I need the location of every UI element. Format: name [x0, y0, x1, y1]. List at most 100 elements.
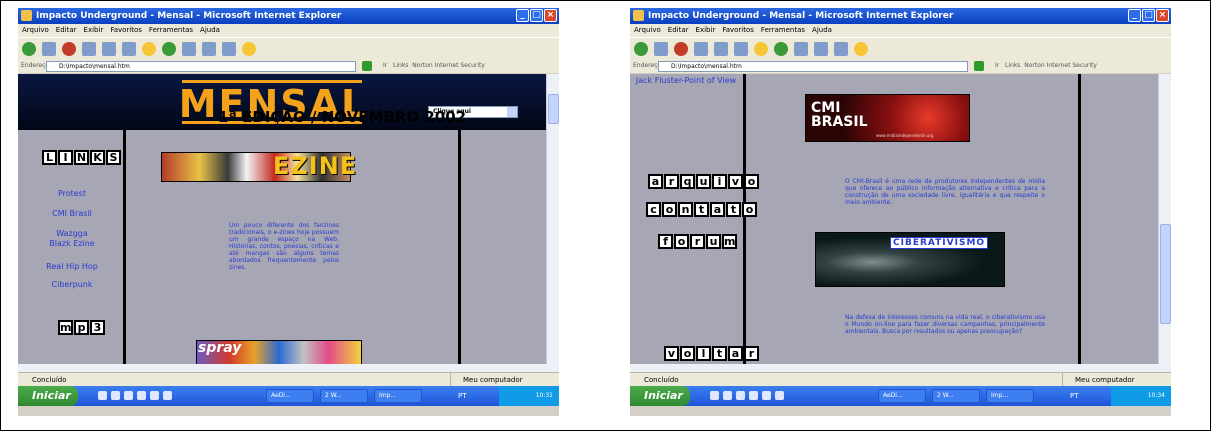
- chevron-down-icon[interactable]: [507, 107, 517, 117]
- taskbar-item[interactable]: Imp...: [986, 389, 1034, 403]
- back-icon[interactable]: [22, 41, 36, 56]
- go-label[interactable]: Ir: [383, 62, 387, 69]
- edit-icon[interactable]: [834, 41, 848, 56]
- quick-launch-icon[interactable]: [775, 391, 784, 400]
- folder-icon[interactable]: [854, 41, 868, 56]
- menu-editar[interactable]: Editar: [56, 24, 77, 37]
- contato-logo[interactable]: c o n t a t o: [646, 202, 757, 217]
- voltar-logo[interactable]: v o l t a r: [664, 346, 759, 361]
- language-indicator[interactable]: PT: [458, 386, 467, 406]
- minimize-icon[interactable]: _: [516, 9, 529, 22]
- print-icon[interactable]: [814, 41, 828, 56]
- taskbar-item[interactable]: Imp...: [374, 389, 422, 403]
- scroll-thumb[interactable]: [1160, 224, 1171, 324]
- nav-link-real-hip-hop[interactable]: Real Hip Hop: [18, 262, 126, 272]
- home-icon[interactable]: [714, 41, 728, 56]
- close-icon[interactable]: ×: [1156, 9, 1169, 22]
- quick-launch-icon[interactable]: [137, 391, 146, 400]
- menu-favoritos[interactable]: Favoritos: [110, 24, 142, 37]
- menu-exibir[interactable]: Exibir: [696, 24, 716, 37]
- menu-editar[interactable]: Editar: [668, 24, 689, 37]
- close-icon[interactable]: ×: [544, 9, 557, 22]
- mp3-logo-letter: 3: [90, 320, 105, 335]
- quick-launch-icon[interactable]: [150, 391, 159, 400]
- quick-launch-icon[interactable]: [749, 391, 758, 400]
- menu-ajuda[interactable]: Ajuda: [200, 24, 220, 37]
- go-icon[interactable]: [362, 61, 372, 71]
- quick-launch-icon[interactable]: [723, 391, 732, 400]
- mp3-logo[interactable]: m p 3: [58, 320, 105, 335]
- search-icon[interactable]: [122, 41, 136, 56]
- start-button[interactable]: Iniciar: [18, 386, 78, 406]
- quick-launch-icon[interactable]: [736, 391, 745, 400]
- maximize-icon[interactable]: □: [530, 9, 543, 22]
- refresh-icon[interactable]: [694, 41, 708, 56]
- horizontal-scrollbar[interactable]: [18, 364, 559, 372]
- menu-arquivo[interactable]: Arquivo: [22, 24, 49, 37]
- taskbar-item[interactable]: 2 W...: [320, 389, 368, 403]
- quick-launch-icon[interactable]: [111, 391, 120, 400]
- mail-icon[interactable]: [794, 41, 808, 56]
- contato-logo-letter: t: [726, 202, 741, 217]
- nav-link-cmi-brasil[interactable]: CMI Brasil: [18, 209, 126, 219]
- links-label[interactable]: Links: [393, 62, 408, 69]
- language-indicator[interactable]: PT: [1070, 386, 1079, 406]
- refresh-icon[interactable]: [82, 41, 96, 56]
- address-input[interactable]: D:\Impacto\mensal.htm: [658, 61, 968, 72]
- start-button[interactable]: Iniciar: [630, 386, 690, 406]
- arquivo-logo[interactable]: a r q u i v o: [648, 174, 759, 189]
- vertical-scrollbar[interactable]: [1158, 74, 1171, 364]
- cmi-brasil-banner[interactable]: CMI BRASIL www.midiaindependente.org: [805, 94, 970, 142]
- forum-logo[interactable]: f o r u m: [658, 234, 737, 249]
- nav-link-protest[interactable]: Protest: [18, 189, 126, 199]
- norton-label[interactable]: Norton Internet Security: [412, 62, 485, 69]
- scroll-thumb[interactable]: [548, 94, 559, 124]
- quick-launch-icon[interactable]: [98, 391, 107, 400]
- go-label[interactable]: Ir: [995, 62, 999, 69]
- taskbar-item[interactable]: 2 W...: [932, 389, 980, 403]
- history-icon[interactable]: [162, 41, 176, 56]
- quick-launch-icon[interactable]: [710, 391, 719, 400]
- history-icon[interactable]: [774, 41, 788, 56]
- menu-favoritos[interactable]: Favoritos: [722, 24, 754, 37]
- menu-ferramentas[interactable]: Ferramentas: [149, 24, 193, 37]
- address-input[interactable]: D:\Impacto\mensal.htm: [46, 61, 356, 72]
- menu-exibir[interactable]: Exibir: [84, 24, 104, 37]
- taskbar-item[interactable]: AeDi...: [878, 389, 926, 403]
- maximize-icon[interactable]: □: [1142, 9, 1155, 22]
- title-bar[interactable]: Impacto Underground - Mensal - Microsoft…: [18, 8, 559, 24]
- edit-icon[interactable]: [222, 41, 236, 56]
- stop-icon[interactable]: [62, 41, 76, 56]
- ciberativismo-title[interactable]: CIBERATIVISMO: [890, 237, 989, 249]
- nav-link-jack-fluster[interactable]: Jack Fluster-Point of View: [632, 76, 740, 86]
- favorites-icon[interactable]: [142, 41, 156, 56]
- print-icon[interactable]: [202, 41, 216, 56]
- nav-link-ciberpunk[interactable]: Ciberpunk: [18, 280, 126, 290]
- quick-launch-icon[interactable]: [762, 391, 771, 400]
- forward-icon[interactable]: [42, 41, 56, 56]
- vertical-scrollbar[interactable]: [546, 74, 559, 364]
- back-icon[interactable]: [634, 41, 648, 56]
- go-icon[interactable]: [974, 61, 984, 71]
- folder-icon[interactable]: [242, 41, 256, 56]
- taskbar-item[interactable]: AeDi...: [266, 389, 314, 403]
- horizontal-scrollbar[interactable]: [630, 364, 1171, 372]
- arquivo-logo-letter: q: [680, 174, 695, 189]
- home-icon[interactable]: [102, 41, 116, 56]
- menu-ajuda[interactable]: Ajuda: [812, 24, 832, 37]
- mail-icon[interactable]: [182, 41, 196, 56]
- menu-arquivo[interactable]: Arquivo: [634, 24, 661, 37]
- search-icon[interactable]: [734, 41, 748, 56]
- nav-link-wazgga[interactable]: Wazgga Blazk Ezine: [45, 229, 99, 249]
- quick-launch-icon[interactable]: [124, 391, 133, 400]
- norton-label[interactable]: Norton Internet Security: [1024, 62, 1097, 69]
- quick-launch-icon[interactable]: [163, 391, 172, 400]
- stop-icon[interactable]: [674, 41, 688, 56]
- title-bar[interactable]: Impacto Underground - Mensal - Microsoft…: [630, 8, 1171, 24]
- links-label[interactable]: Links: [1005, 62, 1020, 69]
- forward-icon[interactable]: [654, 41, 668, 56]
- menu-ferramentas[interactable]: Ferramentas: [761, 24, 805, 37]
- favorites-icon[interactable]: [754, 41, 768, 56]
- minimize-icon[interactable]: _: [1128, 9, 1141, 22]
- links-logo-letter: N: [74, 150, 89, 165]
